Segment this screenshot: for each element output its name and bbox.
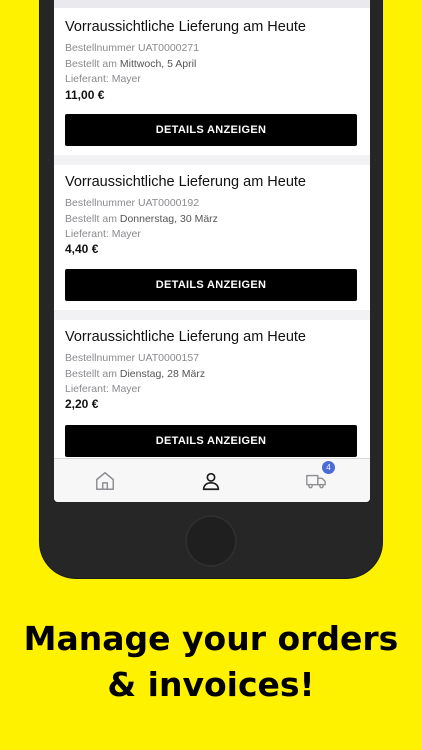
order-title: Vorraussichtliche Lieferung am Heute bbox=[65, 19, 306, 35]
order-date-prefix: Bestellt am bbox=[65, 213, 120, 225]
order-supplier: Lieferant: Mayer bbox=[65, 228, 141, 240]
deliveries-count-badge: 4 bbox=[322, 461, 335, 474]
headline-line-1: Manage your orders bbox=[23, 619, 399, 658]
order-number: Bestellnummer UAT0000271 bbox=[65, 42, 200, 54]
order-card: Vorraussichtliche Lieferung am Heute Bes… bbox=[54, 8, 370, 155]
details-button[interactable]: DETAILS ANZEIGEN bbox=[65, 269, 357, 301]
tab-account[interactable] bbox=[197, 467, 225, 495]
card-separator bbox=[54, 155, 370, 165]
details-button[interactable]: DETAILS ANZEIGEN bbox=[65, 114, 357, 146]
tab-bar: 4 bbox=[54, 458, 370, 502]
order-date-value: Donnerstag, 30 März bbox=[119, 213, 218, 225]
order-card: Vorraussichtliche Lieferung am Heute Bes… bbox=[54, 165, 370, 310]
order-price: 11,00 € bbox=[65, 88, 105, 102]
app-screen: Vorraussichtliche Lieferung am Heute Bes… bbox=[54, 0, 370, 502]
order-price: 4,40 € bbox=[65, 242, 99, 256]
order-date-value: Mittwoch, 5 April bbox=[119, 58, 197, 70]
order-date-prefix: Bestellt am bbox=[65, 368, 120, 380]
order-title: Vorraussichtliche Lieferung am Heute bbox=[65, 329, 306, 345]
marketing-headline: Manage your orders & invoices! bbox=[0, 616, 422, 708]
card-separator bbox=[54, 310, 370, 320]
order-supplier: Lieferant: Mayer bbox=[65, 383, 141, 395]
order-price: 2,20 € bbox=[65, 397, 99, 411]
order-date: Bestellt am Dienstag, 28 März bbox=[65, 368, 205, 380]
orders-list[interactable]: Vorraussichtliche Lieferung am Heute Bes… bbox=[54, 0, 370, 458]
home-icon bbox=[96, 472, 114, 490]
order-card: Vorraussichtliche Lieferung am Heute Bes… bbox=[54, 320, 370, 458]
tab-home[interactable] bbox=[91, 467, 119, 495]
order-number: Bestellnummer UAT0000192 bbox=[65, 197, 200, 209]
phone-home-button bbox=[185, 515, 237, 567]
order-title: Vorraussichtliche Lieferung am Heute bbox=[65, 174, 306, 190]
order-date-value: Dienstag, 28 März bbox=[119, 368, 206, 380]
header-edge bbox=[54, 0, 370, 8]
order-date-prefix: Bestellt am bbox=[65, 58, 120, 70]
truck-icon bbox=[306, 474, 326, 489]
user-icon bbox=[202, 472, 220, 491]
order-supplier: Lieferant: Mayer bbox=[65, 73, 141, 85]
details-button[interactable]: DETAILS ANZEIGEN bbox=[65, 425, 357, 457]
order-date: Bestellt am Donnerstag, 30 März bbox=[65, 213, 218, 225]
headline-line-2: & invoices! bbox=[107, 665, 315, 704]
order-date: Bestellt am Mittwoch, 5 April bbox=[65, 58, 196, 70]
order-number: Bestellnummer UAT0000157 bbox=[65, 352, 200, 364]
